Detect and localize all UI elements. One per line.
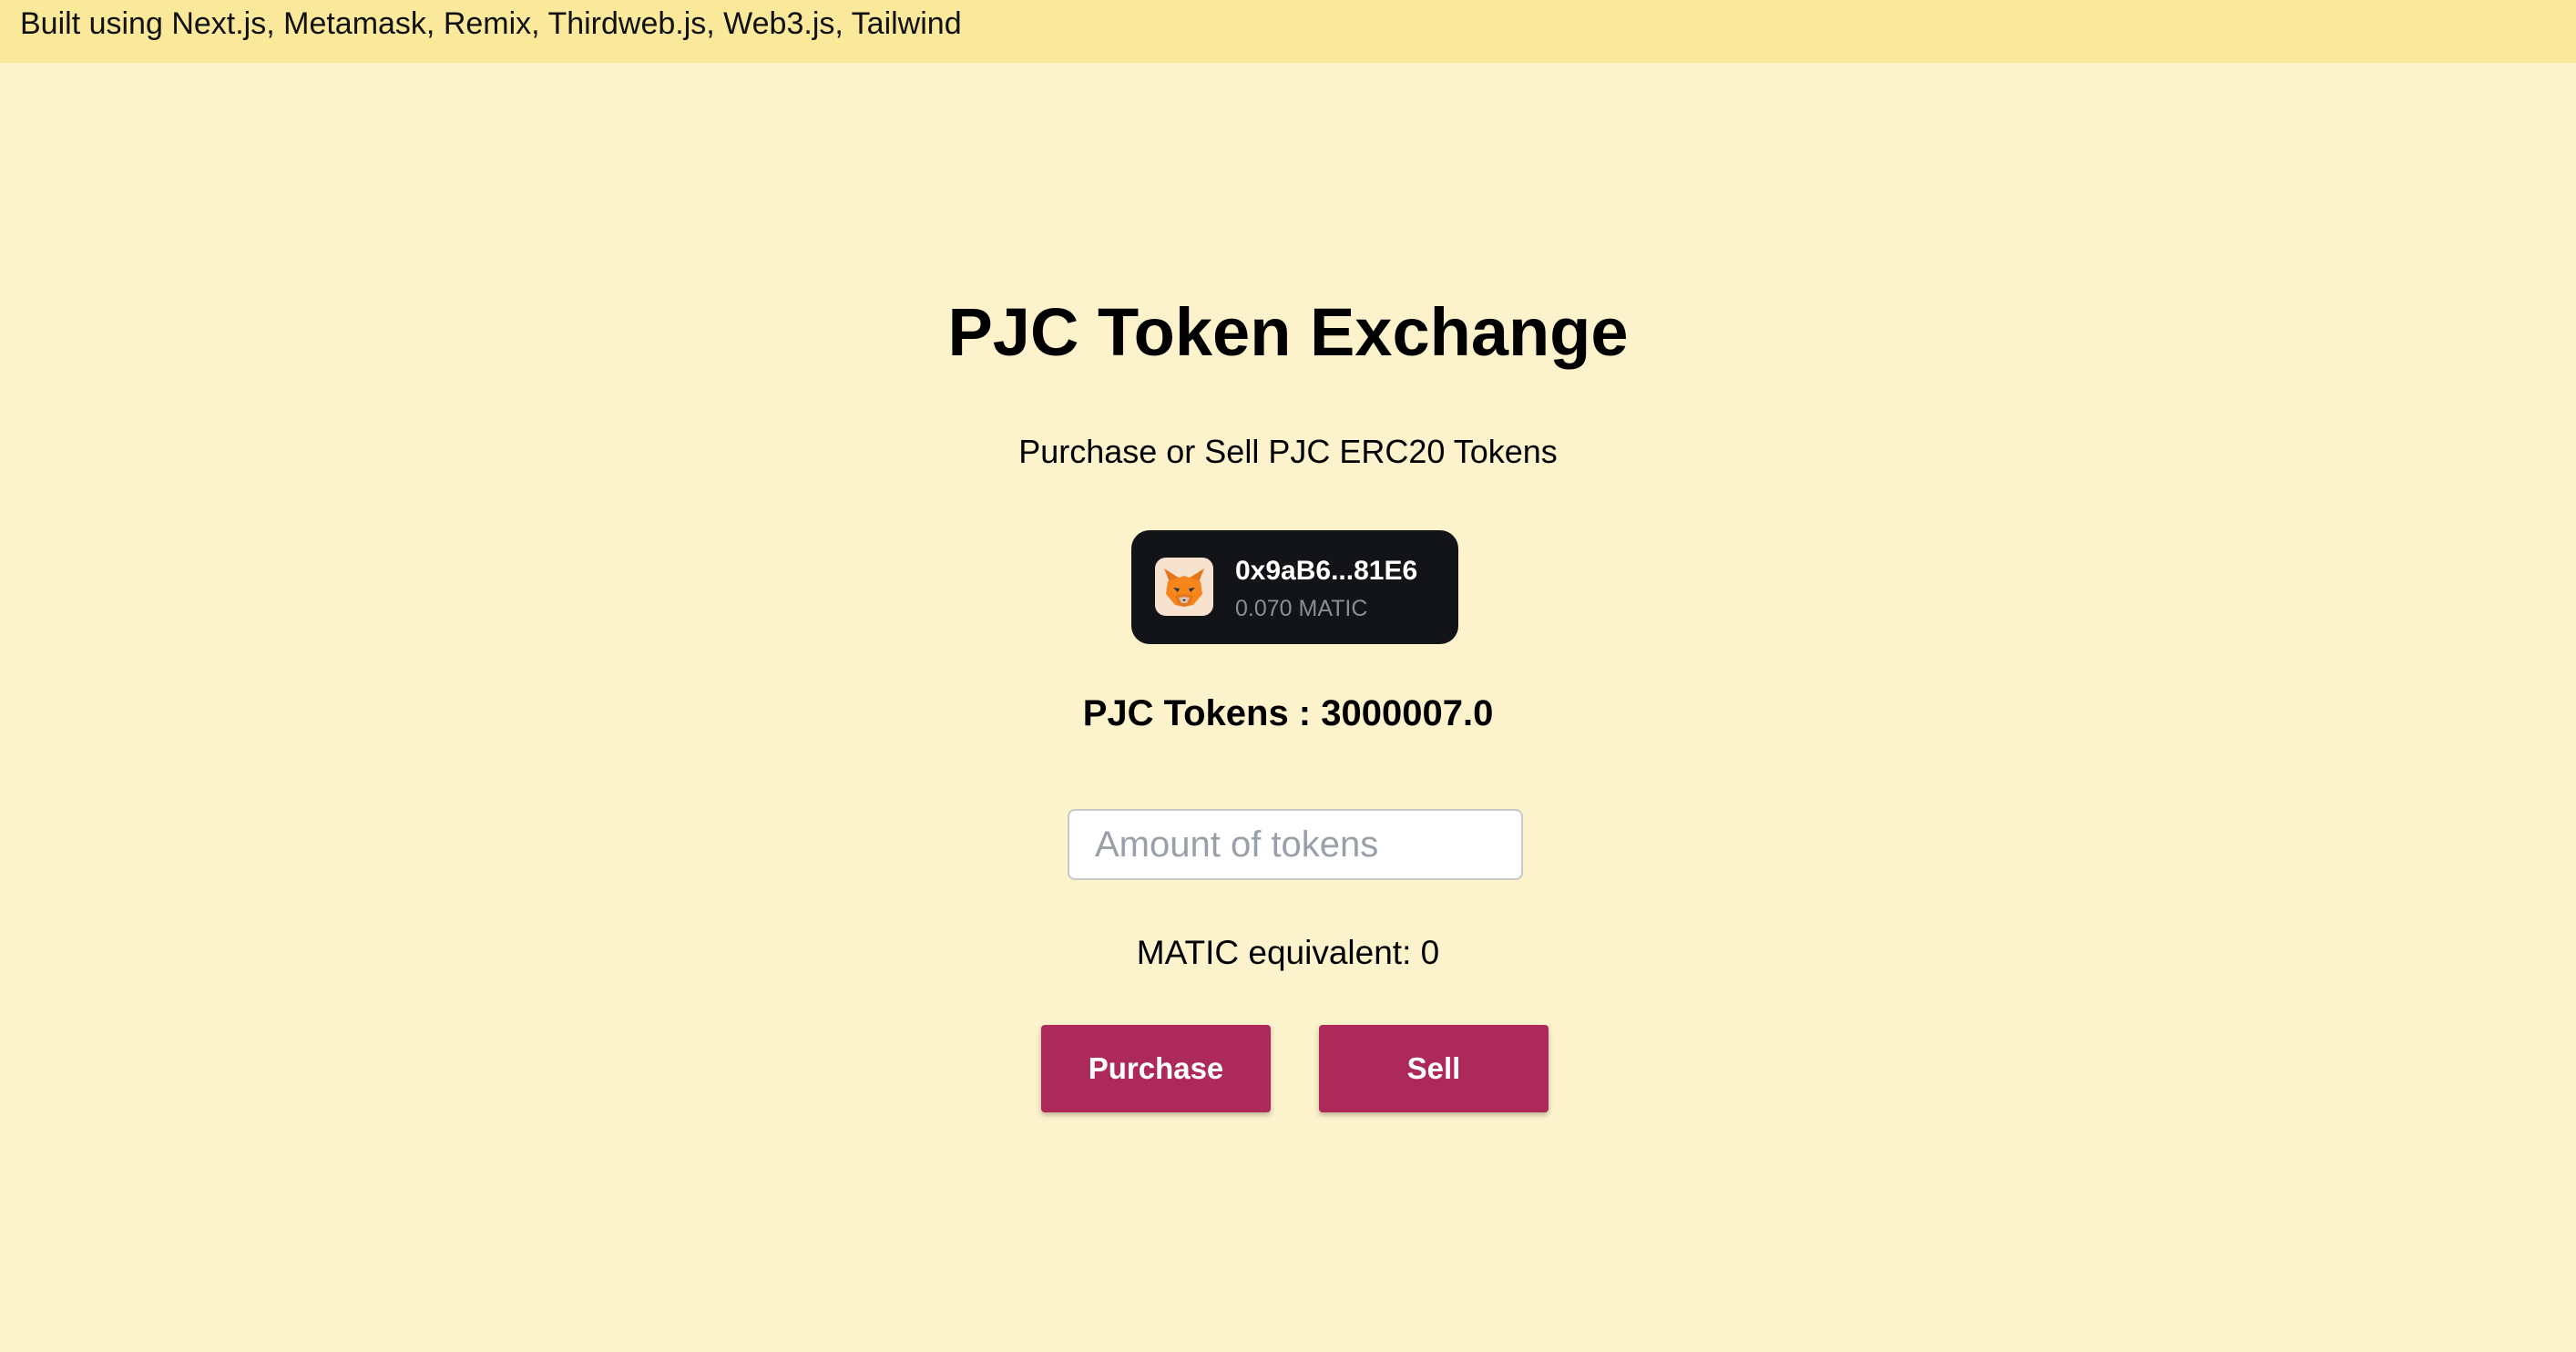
wallet-connect-button[interactable]: 0x9aB6...81E6 0.070 MATIC	[1131, 530, 1458, 644]
wallet-balance: 0.070 MATIC	[1235, 596, 1368, 621]
sell-button[interactable]: Sell	[1319, 1025, 1549, 1112]
wallet-address: 0x9aB6...81E6	[1235, 556, 1418, 586]
page-subtitle: Purchase or Sell PJC ERC20 Tokens	[1018, 433, 1558, 470]
purchase-button[interactable]: Purchase	[1041, 1025, 1271, 1112]
page-title: PJC Token Exchange	[947, 294, 1629, 370]
matic-equivalent: MATIC equivalent: 0	[1136, 934, 1440, 971]
token-balance: PJC Tokens : 3000007.0	[1082, 693, 1494, 733]
metamask-fox-icon	[1155, 558, 1213, 616]
exchange-panel: PJC Token Exchange Purchase or Sell PJC …	[0, 0, 2576, 1352]
token-amount-input[interactable]	[1068, 809, 1523, 880]
